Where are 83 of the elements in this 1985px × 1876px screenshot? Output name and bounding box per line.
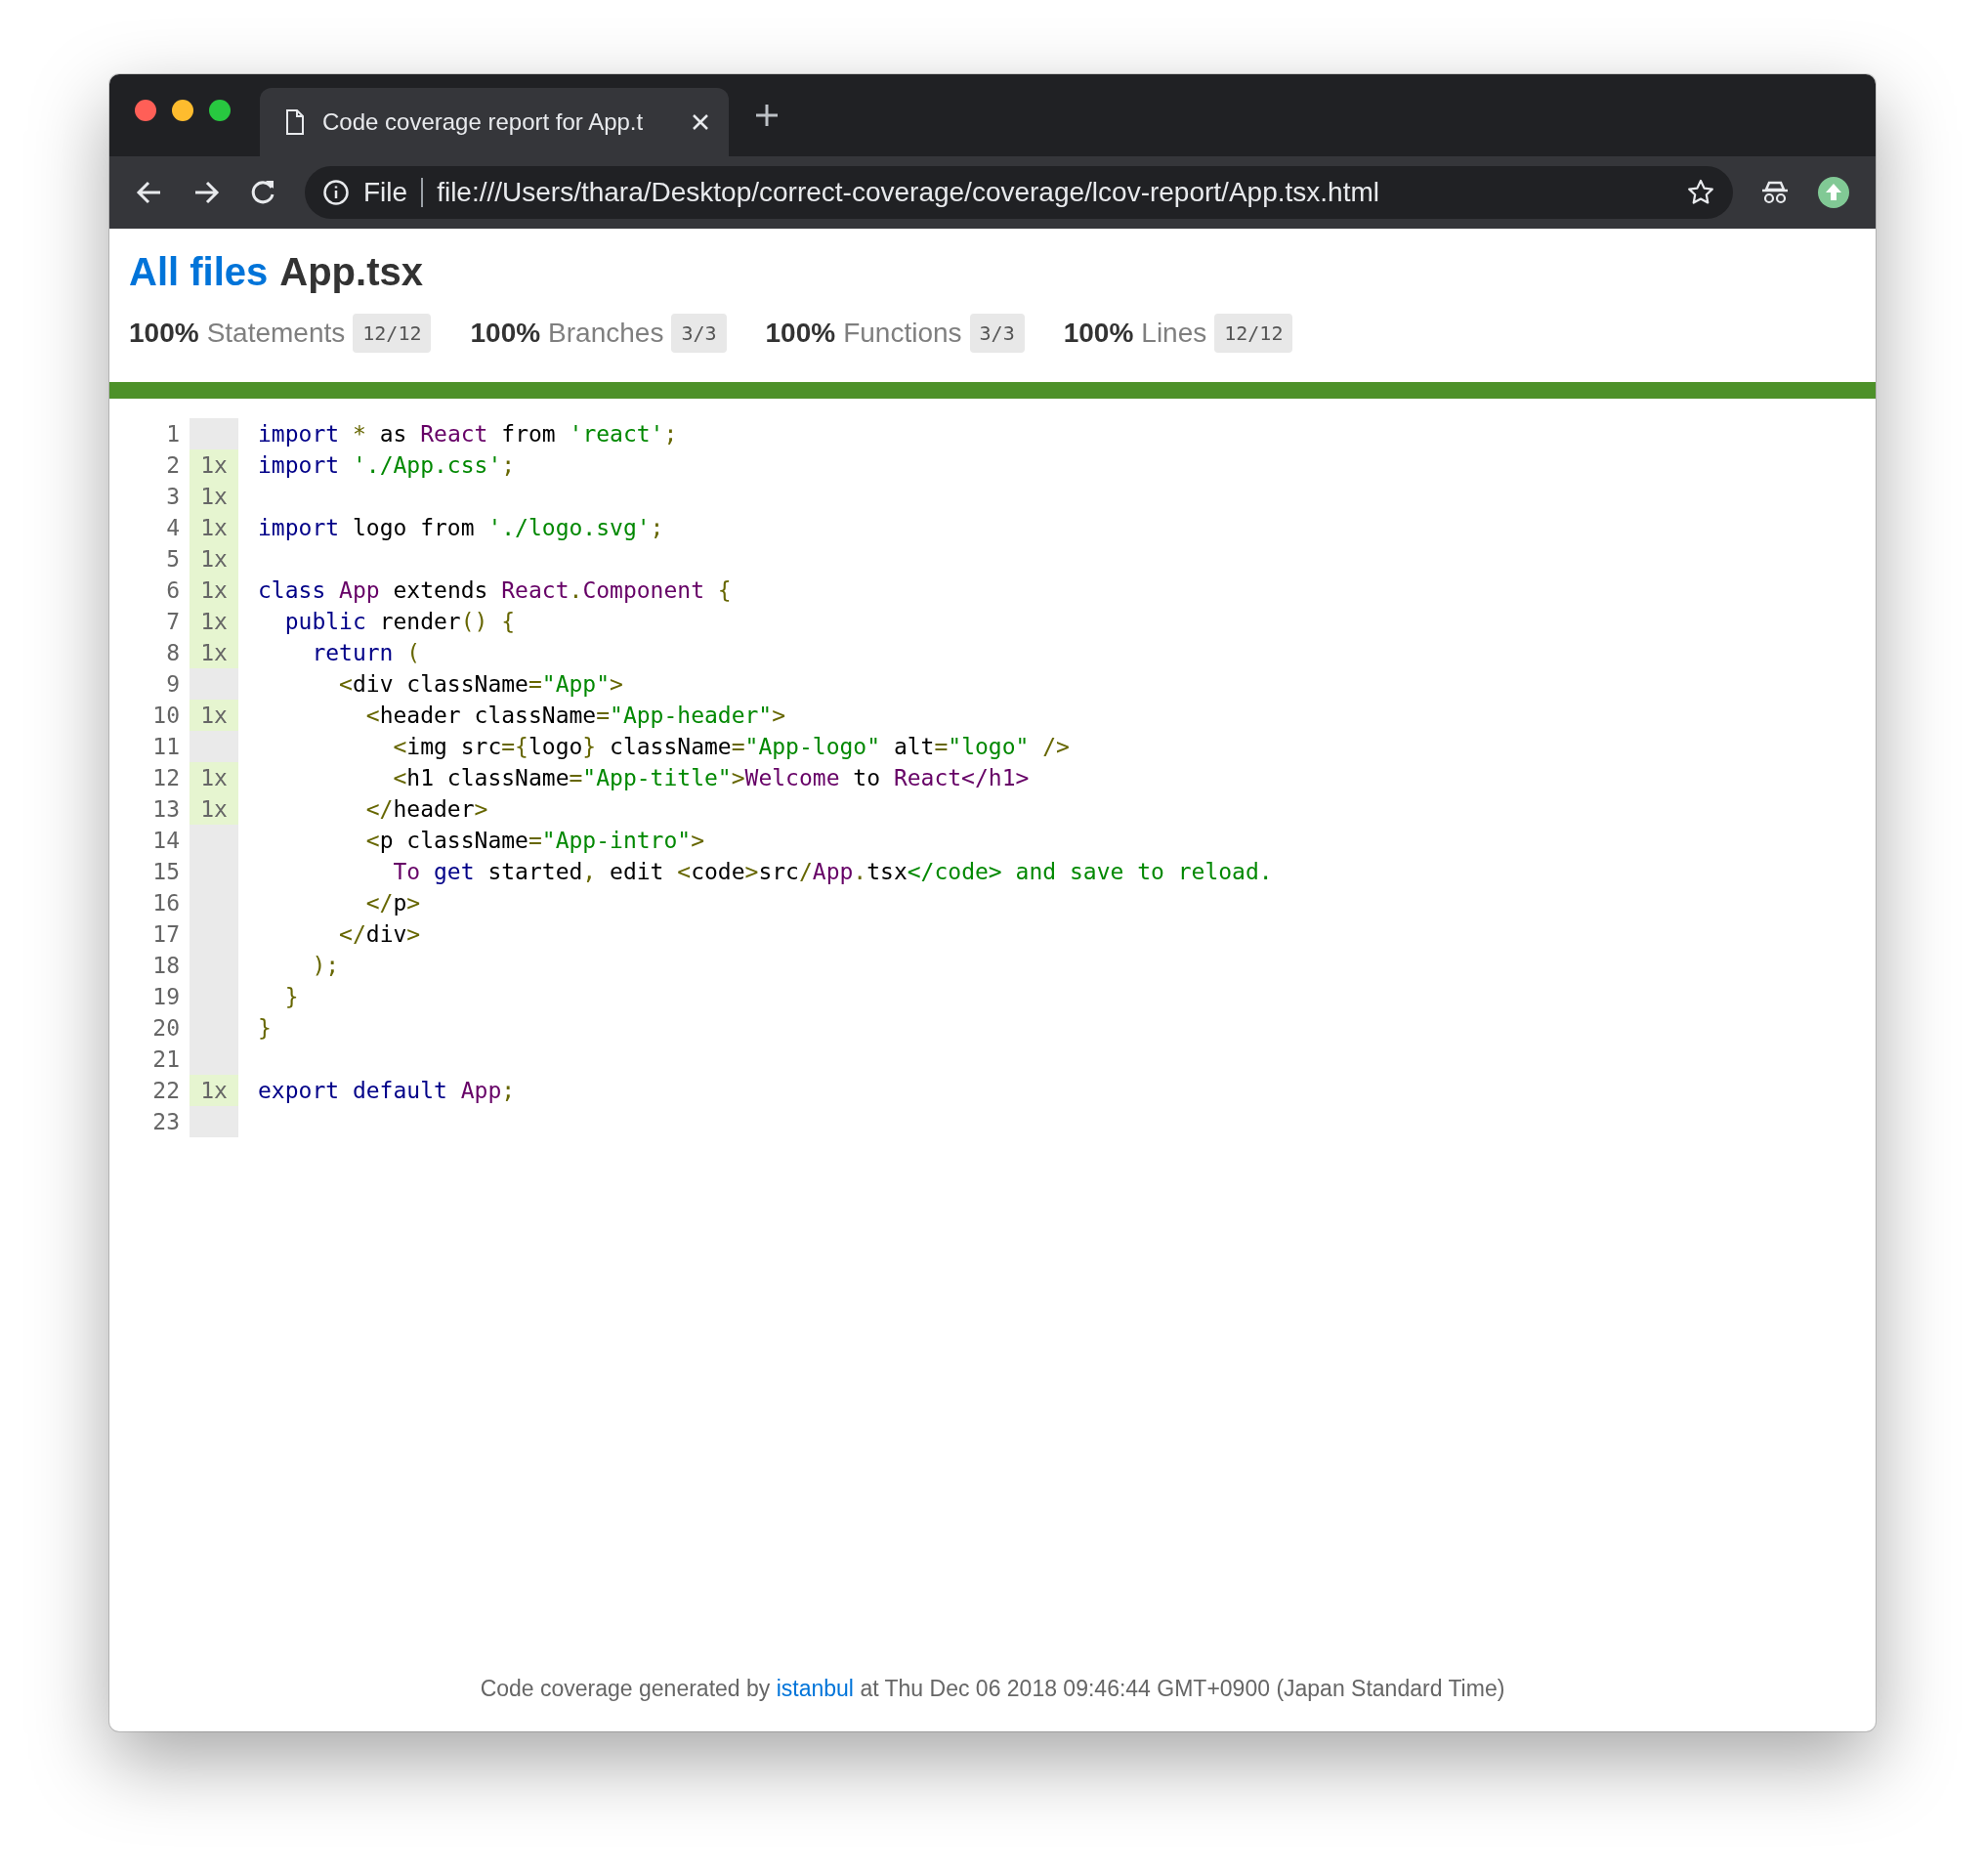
stat-label: Statements <box>206 318 346 349</box>
line-number: 4 <box>165 514 181 542</box>
line-number: 13 <box>151 795 181 824</box>
stat-fraction: 3/3 <box>969 314 1025 353</box>
code-line: return ( <box>311 639 422 667</box>
hit-count: 1x <box>190 637 238 668</box>
line-number: 10 <box>151 702 181 730</box>
line-number: 1 <box>165 420 181 448</box>
stat-percent: 100% <box>470 318 541 349</box>
hit-count: 1x <box>190 449 238 481</box>
tab-title: Code coverage report for App.t <box>322 108 645 136</box>
code-line: <div className="App"> <box>338 670 624 699</box>
code-line: import './App.css'; <box>257 451 517 480</box>
istanbul-link[interactable]: istanbul <box>776 1676 854 1701</box>
code-line: } <box>257 1014 273 1043</box>
line-number: 2 <box>165 451 181 480</box>
address-scheme-label: File <box>363 178 424 207</box>
code-line: <h1 className="App-title">Welcome to React</h1> <box>392 764 1031 792</box>
code-line: To get started, edit <code>src/App.tsx</code> and save to reload. <box>392 858 1274 886</box>
minimize-window-icon[interactable] <box>172 100 193 121</box>
stat-fraction: 12/12 <box>1214 314 1293 353</box>
hit-count: 1x <box>190 481 238 512</box>
update-icon[interactable] <box>1817 176 1850 209</box>
code-line: <header className="App-header"> <box>364 702 787 730</box>
line-number: 20 <box>151 1014 181 1043</box>
code-line: export default App; <box>257 1077 517 1105</box>
hit-count: 1x <box>190 762 238 793</box>
code-line: } <box>283 983 300 1011</box>
info-icon <box>322 179 350 206</box>
line-number: 22 <box>151 1077 181 1105</box>
footer-text: Code coverage generated by istanbul at Thu Dec 06 2018 09:46:44 GMT+0900 (Japan Standard Time) <box>479 1676 1506 1703</box>
line-number: 18 <box>151 952 181 980</box>
code-line: </p> <box>364 889 422 917</box>
line-number: 15 <box>151 858 181 886</box>
stat-percent: 100% <box>129 318 199 349</box>
code-line: class App extends React.Component { <box>257 576 733 605</box>
code-line: import * as React from 'react'; <box>257 420 679 448</box>
hit-count: 1x <box>190 1075 238 1106</box>
hit-count: 1x <box>190 793 238 825</box>
line-number: 11 <box>151 733 181 761</box>
line-number: 9 <box>165 670 181 699</box>
line-number: 12 <box>151 764 181 792</box>
close-window-icon[interactable] <box>135 100 156 121</box>
line-number: 8 <box>165 639 181 667</box>
star-icon[interactable] <box>1686 178 1715 207</box>
line-number: 21 <box>151 1045 181 1074</box>
all-files-link[interactable]: All files <box>129 250 269 294</box>
line-number: 5 <box>165 545 181 574</box>
code-line: import logo from './logo.svg'; <box>257 514 665 542</box>
code-line: <img src={logo} className="App-logo" alt="logo" /> <box>392 733 1071 761</box>
stat-percent: 100% <box>765 318 836 349</box>
hit-count: 1x <box>190 512 238 543</box>
stat-label: Branches <box>548 318 664 349</box>
close-tab-icon[interactable] <box>692 113 709 131</box>
new-tab-icon[interactable] <box>754 103 780 128</box>
address-bar[interactable]: File file:///Users/thara/Desktop/correct-coverage/coverage/lcov-report/App.tsx.html <box>305 166 1733 219</box>
stat-label: Lines <box>1141 318 1207 349</box>
stat-percent: 100% <box>1063 318 1134 349</box>
stat-label: Functions <box>843 318 962 349</box>
hit-count: 1x <box>190 543 238 575</box>
line-number: 19 <box>151 983 181 1011</box>
hit-count: 1x <box>190 606 238 637</box>
line-number: 6 <box>165 576 181 605</box>
hit-count: 1x <box>190 575 238 606</box>
code-line: ); <box>311 952 341 980</box>
document-icon <box>285 109 305 135</box>
line-number: 23 <box>151 1108 181 1136</box>
browser-tab[interactable]: Code coverage report for App.t <box>260 88 729 156</box>
hit-count: 1x <box>190 700 238 731</box>
zoom-window-icon[interactable] <box>209 100 231 121</box>
code-line: </header> <box>364 795 489 824</box>
stat-fraction: 12/12 <box>353 314 432 353</box>
line-number: 17 <box>151 920 181 949</box>
code-line: </div> <box>338 920 422 949</box>
file-name: App.tsx <box>279 250 423 294</box>
url-text: file:///Users/thara/Desktop/correct-coverage/coverage/lcov-report/App.tsx.html <box>437 177 1380 208</box>
stat-fraction: 3/3 <box>671 314 727 353</box>
line-number: 7 <box>165 608 181 636</box>
line-number: 14 <box>151 827 181 855</box>
code-line: <p className="App-intro"> <box>364 827 705 855</box>
line-number: 3 <box>165 483 181 511</box>
line-number: 16 <box>151 889 181 917</box>
code-line: public render() { <box>283 608 517 636</box>
